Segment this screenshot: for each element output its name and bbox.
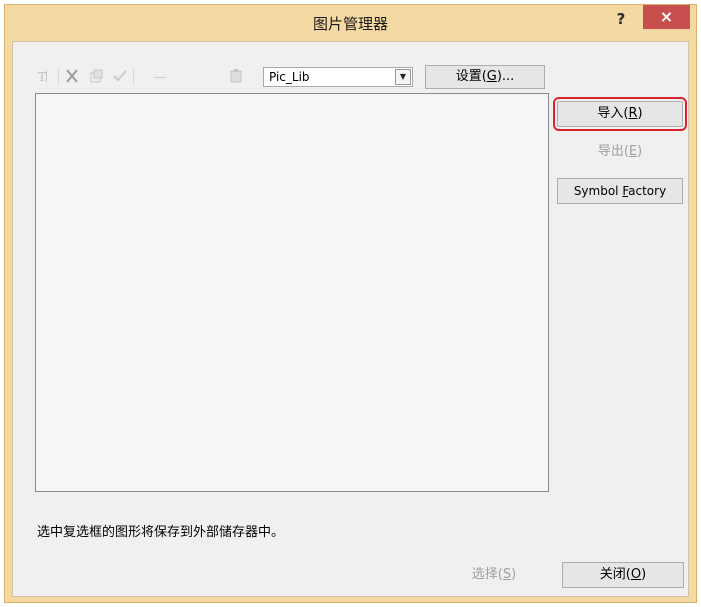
export-label: 导出( [597,144,629,159]
export-label-suffix: ) [637,144,643,159]
title-bar[interactable]: 图片管理器 ? × [5,5,696,41]
select-accel-key: S [502,567,512,582]
select-label-suffix: ) [511,567,517,582]
svg-text:T: T [38,70,46,84]
close-button[interactable]: 关闭(O) [562,562,684,588]
import-accel-key: R [628,106,638,121]
settings-label-suffix: )... [496,69,515,84]
image-list[interactable] [35,93,549,492]
paste-icon[interactable] [227,68,245,86]
symbol-factory-label: Symbol [573,184,623,198]
symbol-factory-label-suffix: actory [628,184,667,198]
library-select-value: Pic_Lib [269,70,310,84]
import-label: 导入( [597,106,629,121]
window-title: 图片管理器 [312,15,388,33]
close-label: 关闭( [599,567,631,582]
toolbar-separator [58,68,59,86]
settings-button[interactable]: 设置(G)... [425,65,545,89]
symbol-factory-button[interactable]: Symbol Factory [557,178,683,204]
close-accel-key: O [630,567,642,582]
export-button[interactable]: 导出(E) [557,140,683,164]
check-icon[interactable] [111,68,129,86]
export-accel-key: E [628,144,638,159]
help-button[interactable]: ? [610,7,632,33]
close-window-button[interactable]: × [643,5,690,29]
import-label-suffix: ) [637,106,643,121]
toolbar-separator [133,68,134,86]
cut-icon[interactable] [63,68,81,86]
copy-icon[interactable] [87,68,105,86]
settings-accel-key: G [486,69,497,84]
close-label-suffix: ) [641,567,647,582]
select-button[interactable]: 选择(S) [433,562,555,588]
line-icon[interactable] [151,68,169,86]
text-tool-icon[interactable]: T [35,68,53,86]
import-button[interactable]: 导入(R) [553,97,687,131]
select-label: 选择( [471,567,503,582]
chevron-down-icon[interactable]: ▼ [395,69,411,85]
library-select[interactable]: Pic_Lib ▼ [263,67,413,87]
status-message: 选中复选框的图形将保存到外部储存器中。 [37,525,285,540]
settings-label: 设置( [455,69,487,84]
dialog-client-area: T Pic_Lib ▼ 设置(G)... 导入(R) 导出(E) Symbol … [12,41,689,597]
picture-manager-window: 图片管理器 ? × T Pic_Lib ▼ 设置(G)... 导入(R) 导出(… [4,4,697,603]
